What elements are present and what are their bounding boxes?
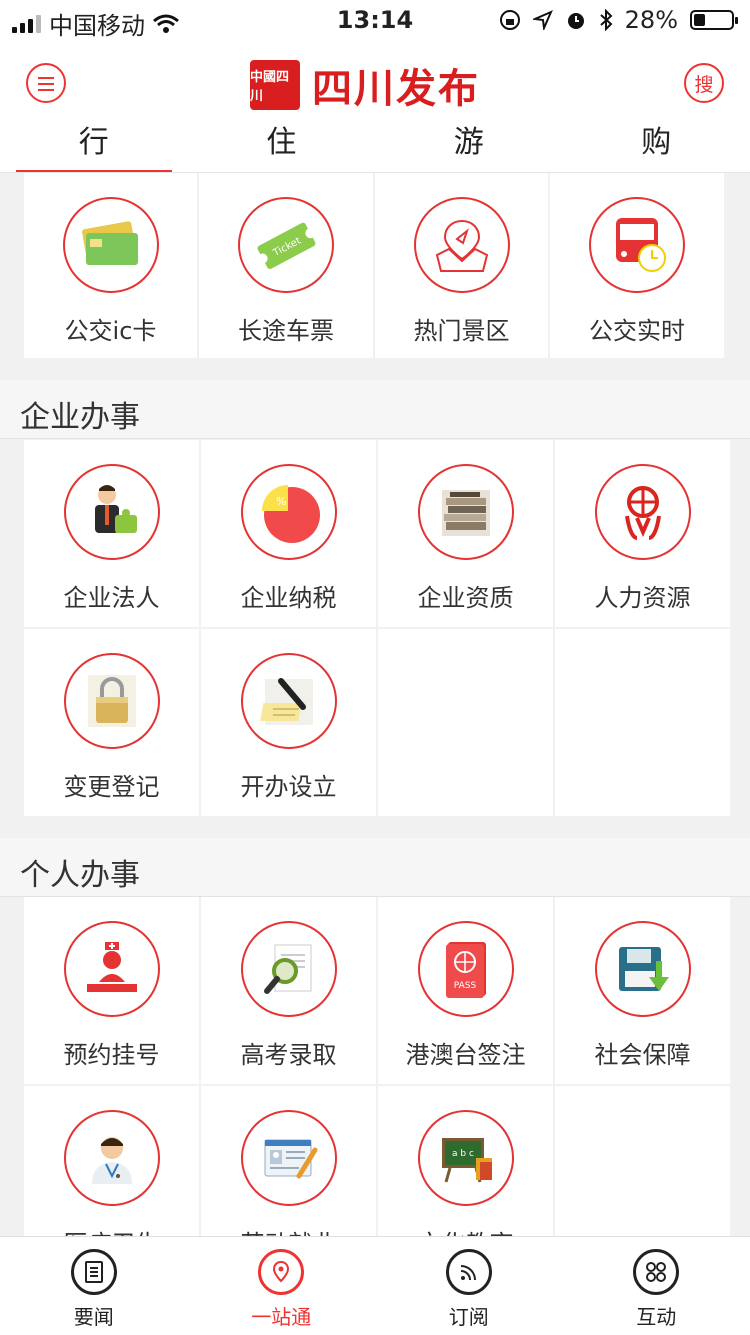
section-title: 个人办事 — [20, 850, 140, 894]
service-social-security[interactable]: 社会保障 — [555, 897, 730, 1084]
service-bus-realtime[interactable]: 公交实时 — [550, 173, 724, 358]
service-enterprise-tax[interactable]: % 企业纳税 — [201, 440, 376, 627]
service-label: 变更登记 — [64, 767, 160, 802]
service-label: 公交ic卡 — [65, 311, 157, 346]
battery-icon — [690, 10, 734, 30]
doctor-icon — [64, 1110, 160, 1206]
travel-grid: 公交ic卡 Ticket 长途车票 — [24, 173, 724, 358]
svg-text:%: % — [276, 495, 286, 508]
service-label: 高考录取 — [241, 1035, 337, 1070]
status-bar: 中国移动 13:14 28% — [0, 0, 750, 40]
businessman-puzzle-icon — [64, 464, 160, 560]
magnifier-document-icon — [241, 921, 337, 1017]
app-header: 中國四川 四川发布 搜 — [0, 40, 750, 129]
books-stack-icon — [418, 464, 514, 560]
globe-person-icon — [595, 464, 691, 560]
service-label: 开办设立 — [241, 767, 337, 802]
tab-zhu[interactable]: 住 — [188, 128, 376, 172]
nurse-icon — [64, 921, 160, 1017]
service-label: 预约挂号 — [64, 1035, 160, 1070]
blackboard-icon: a b c — [418, 1110, 514, 1206]
nav-one-stop[interactable]: 一站通 — [188, 1237, 376, 1335]
service-enterprise-qualification[interactable]: 企业资质 — [378, 440, 553, 627]
tab-you[interactable]: 游 — [375, 128, 563, 172]
floppy-download-icon — [595, 921, 691, 1017]
bus-clock-icon — [589, 197, 685, 293]
service-bus-card[interactable]: 公交ic卡 — [24, 173, 197, 358]
nav-news[interactable]: 要闻 — [0, 1237, 188, 1335]
search-button[interactable]: 搜 — [684, 63, 724, 103]
service-culture-education[interactable]: a b c 文化教育 — [378, 1086, 553, 1236]
map-location-icon — [414, 197, 510, 293]
news-icon — [71, 1249, 117, 1295]
tab-xing[interactable]: 行 — [0, 128, 188, 172]
service-establishment[interactable]: 开办设立 — [201, 629, 376, 816]
nav-label: 订阅 — [449, 1301, 489, 1330]
battery-percent: 28% — [625, 6, 678, 34]
location-arrow-icon — [533, 10, 553, 30]
service-label: 社会保障 — [595, 1035, 691, 1070]
bus-card-icon — [63, 197, 159, 293]
enterprise-grid: 企业法人 % 企业纳税 — [24, 440, 730, 816]
service-scenic-spots[interactable]: 热门景区 — [375, 173, 548, 358]
passport-badge-text: PASS — [453, 981, 476, 991]
empty-cell — [555, 1086, 730, 1236]
pen-notepad-icon — [241, 653, 337, 749]
service-medical[interactable]: 医疗卫生 — [24, 1086, 199, 1236]
bluetooth-icon — [599, 9, 613, 31]
location-icon — [258, 1249, 304, 1295]
tax-pie-icon: % — [241, 464, 337, 560]
service-employment[interactable]: 劳动就业 — [201, 1086, 376, 1236]
rotation-lock-icon — [499, 9, 521, 31]
service-label: 企业资质 — [418, 578, 514, 613]
nav-label: 一站通 — [251, 1301, 311, 1330]
resume-card-icon — [241, 1110, 337, 1206]
service-label: 人力资源 — [595, 578, 691, 613]
personal-grid: 预约挂号 高考录取 PASS — [24, 897, 730, 1236]
service-gaokao[interactable]: 高考录取 — [201, 897, 376, 1084]
section-header-enterprise: 企业办事 — [0, 380, 750, 439]
service-human-resources[interactable]: 人力资源 — [555, 440, 730, 627]
app-logo: 中國四川 四川发布 — [250, 56, 480, 114]
service-change-registration[interactable]: 变更登记 — [24, 629, 199, 816]
section-header-personal: 个人办事 — [0, 838, 750, 897]
section-title: 企业办事 — [20, 392, 140, 436]
service-hmt-endorsement[interactable]: PASS 港澳台签注 — [378, 897, 553, 1084]
service-label: 医疗卫生 — [64, 1224, 160, 1236]
service-appointment[interactable]: 预约挂号 — [24, 897, 199, 1084]
service-label: 劳动就业 — [241, 1224, 337, 1236]
passport-icon: PASS — [418, 921, 514, 1017]
menu-button[interactable] — [26, 63, 66, 103]
service-label: 企业纳税 — [241, 578, 337, 613]
nav-interact[interactable]: 互动 — [563, 1237, 750, 1335]
app-title: 四川发布 — [312, 56, 480, 114]
alarm-icon — [565, 9, 587, 31]
blackboard-text: a b c — [452, 1149, 474, 1159]
nav-subscribe[interactable]: 订阅 — [375, 1237, 563, 1335]
empty-cell — [378, 629, 553, 816]
service-label: 长途车票 — [238, 311, 334, 346]
category-tabs: 行 住 游 购 — [0, 128, 750, 173]
grid-icon — [633, 1249, 679, 1295]
service-label: 公交实时 — [589, 311, 685, 346]
service-label: 文化教育 — [418, 1224, 514, 1236]
service-label: 热门景区 — [414, 311, 510, 346]
seal-logo: 中國四川 — [250, 60, 300, 110]
service-label: 企业法人 — [64, 578, 160, 613]
tab-gou[interactable]: 购 — [563, 128, 750, 172]
padlock-icon — [64, 653, 160, 749]
nav-label: 要闻 — [74, 1301, 114, 1330]
service-label: 港澳台签注 — [406, 1035, 526, 1070]
status-right: 28% — [499, 6, 734, 34]
service-legal-person[interactable]: 企业法人 — [24, 440, 199, 627]
service-content[interactable]: 公交ic卡 Ticket 长途车票 — [0, 173, 750, 1236]
ticket-icon: Ticket — [238, 197, 334, 293]
bottom-nav: 要闻 一站通 订阅 互动 — [0, 1236, 750, 1335]
rss-icon — [446, 1249, 492, 1295]
nav-label: 互动 — [636, 1301, 676, 1330]
service-long-ticket[interactable]: Ticket 长途车票 — [199, 173, 373, 358]
empty-cell — [555, 629, 730, 816]
